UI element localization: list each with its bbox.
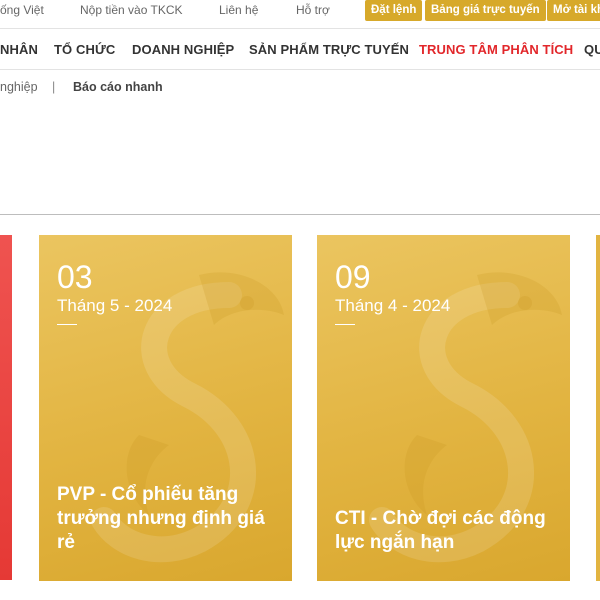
card-title[interactable]: CTI - Chờ đợi các động lực ngắn hạn bbox=[335, 507, 557, 555]
topbar-link-support[interactable]: Hỗ trợ bbox=[296, 3, 330, 17]
report-card[interactable]: 03 Tháng 5 - 2024 PVP - Cổ phiếu tăng tr… bbox=[39, 235, 292, 581]
topbar-link-language[interactable]: ống Việt bbox=[0, 3, 44, 17]
open-account-button[interactable]: Mở tài kh bbox=[547, 0, 600, 21]
place-order-button[interactable]: Đặt lệnh bbox=[365, 0, 423, 21]
report-card[interactable]: 09 Tháng 4 - 2024 CTI - Chờ đợi các động… bbox=[317, 235, 570, 581]
card-rule bbox=[57, 324, 77, 325]
breadcrumb-item-enterprise[interactable]: nghiệp bbox=[0, 80, 38, 94]
nav-item-enterprise[interactable]: DOANH NGHIỆP bbox=[132, 42, 234, 57]
card-month: Tháng 4 - 2024 bbox=[335, 296, 451, 315]
report-card-partial-right[interactable] bbox=[596, 235, 600, 581]
card-title[interactable]: PVP - Cổ phiếu tăng trưởng nhưng định gi… bbox=[57, 483, 279, 555]
nav-item-research-center[interactable]: TRUNG TÂM PHÂN TÍCH bbox=[419, 42, 573, 57]
nav-item-more[interactable]: QU bbox=[584, 42, 600, 57]
top-utility-bar: ống Việt Nộp tiền vào TKCK Liên hệ Hỗ tr… bbox=[0, 0, 600, 22]
nav-item-online-products[interactable]: SẢN PHẨM TRỰC TUYẾN bbox=[249, 42, 409, 57]
section-divider bbox=[0, 214, 600, 215]
breadcrumb-item-quick-report[interactable]: Báo cáo nhanh bbox=[73, 80, 163, 94]
price-board-button[interactable]: Bảng giá trực tuyến bbox=[425, 0, 546, 21]
nav-item-organization[interactable]: TỔ CHỨC bbox=[54, 42, 115, 57]
main-nav: NHÂN TỔ CHỨC DOANH NGHIỆP SẢN PHẨM TRỰC … bbox=[0, 28, 600, 70]
nav-item-individual[interactable]: NHÂN bbox=[0, 42, 38, 57]
topbar-link-deposit[interactable]: Nộp tiền vào TKCK bbox=[80, 3, 183, 17]
report-card-partial-left[interactable] bbox=[0, 235, 12, 580]
card-day: 09 bbox=[335, 259, 371, 295]
card-month: Tháng 5 - 2024 bbox=[57, 296, 173, 315]
breadcrumb-separator: | bbox=[52, 80, 56, 94]
card-day: 03 bbox=[57, 259, 93, 295]
card-rule bbox=[335, 324, 355, 325]
topbar-link-contact[interactable]: Liên hệ bbox=[219, 3, 258, 17]
